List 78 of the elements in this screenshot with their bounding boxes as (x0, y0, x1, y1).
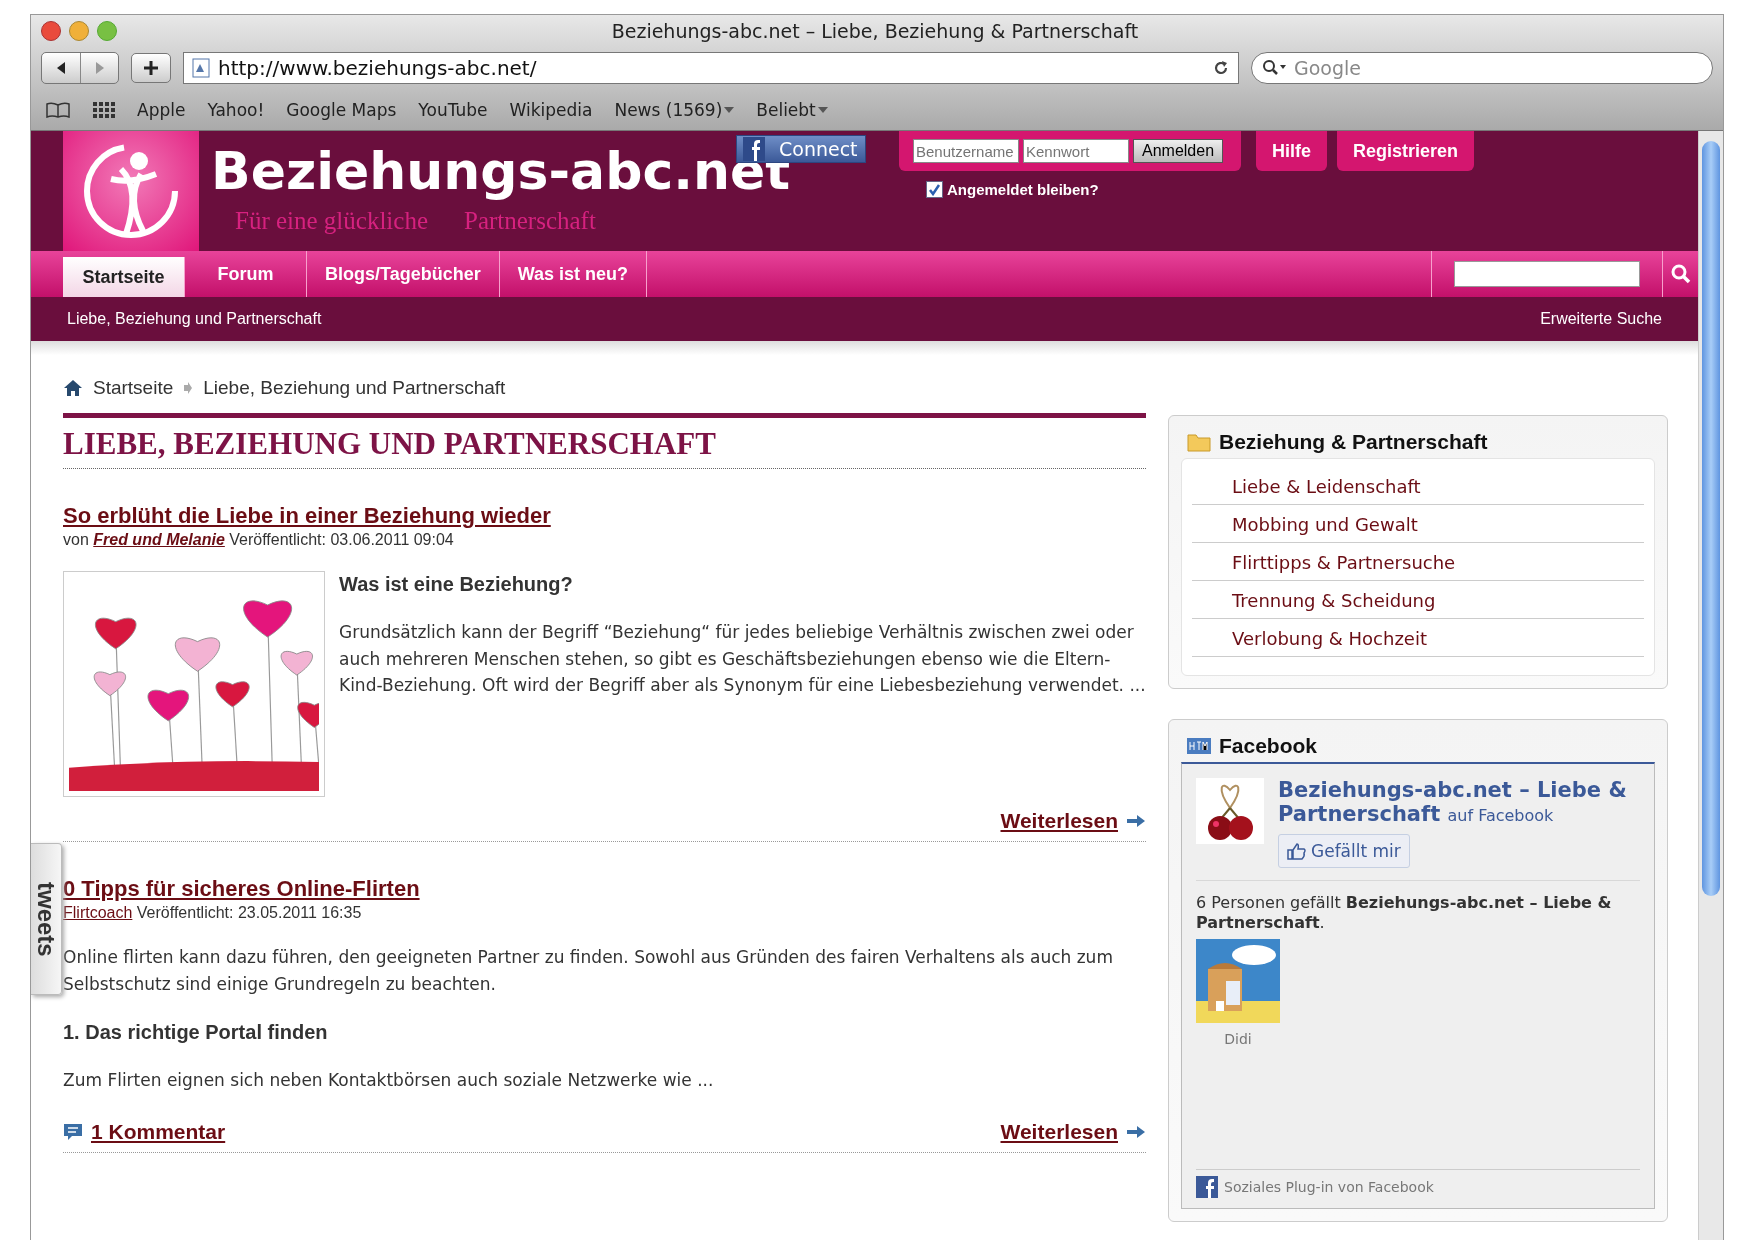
facebook-page-title[interactable]: Beziehungs-abc.net – Liebe & Partnerschaft auf Facebook (1278, 778, 1640, 828)
bookmark-item[interactable]: News (1569) (614, 100, 735, 120)
bookmark-item[interactable]: Wikipedia (509, 100, 593, 120)
article-heading: 1. Das richtige Portal finden (63, 1020, 329, 1045)
username-field[interactable]: Benutzername (913, 139, 1019, 163)
search-icon (1670, 264, 1691, 284)
book-icon[interactable] (45, 101, 71, 119)
search-icon (1262, 59, 1288, 77)
bookmark-item[interactable]: Google Maps (286, 100, 397, 120)
header-button[interactable]: Registrieren (1337, 131, 1475, 171)
article-byline: Flirtcoach Veröffentlicht: 23.05.2011 16:35 (63, 903, 363, 923)
arrow-icon (183, 381, 194, 395)
like-button[interactable]: Gefällt mir (1278, 834, 1410, 868)
bookmark-item[interactable]: Yahoo! (207, 100, 265, 120)
reload-icon[interactable] (1212, 59, 1230, 77)
advanced-search-link[interactable]: Erweiterte Suche (1540, 310, 1662, 328)
bookmark-item[interactable]: Beliebt (756, 100, 828, 120)
site-search-field[interactable] (1454, 261, 1640, 287)
remember-checkbox[interactable] (926, 181, 943, 198)
plugin-caption: Soziales Plug-in von Facebook (1224, 1179, 1434, 1195)
article-heading: Was ist eine Beziehung? (339, 572, 574, 597)
fan-name[interactable]: Didi (1224, 1031, 1252, 1047)
article-paragraph: Zum Flirten eignen sich neben Kontaktbörsen auch soziale Netzwerke wie ... (63, 1069, 715, 1092)
breadcrumb-current: Liebe, Beziehung und Partnerschaft (203, 377, 506, 399)
home-icon[interactable] (63, 379, 83, 397)
author-link[interactable]: Fred und Melanie (93, 531, 225, 548)
address-field[interactable]: http://www.beziehungs-abc.net/ (183, 52, 1239, 84)
article-paragraph: Online flirten kann dazu führen, den geeigneten Partner zu finden. Sowohl aus Gründen des fairen Verhaltens als auch zum Selbstschutz sind einige Grundregeln zu beachten. (63, 946, 1114, 996)
speech-bubble-icon (63, 1121, 83, 1142)
category-link[interactable]: Verlobung & Hochzeit (1192, 619, 1644, 657)
site-tagline: Partnerschaft (464, 209, 596, 233)
section-title: Liebe, Beziehung und Partnerschaft (67, 310, 322, 328)
scrollbar[interactable] (1698, 131, 1723, 1240)
header-button[interactable]: Hilfe (1256, 131, 1327, 171)
nav-tab[interactable]: Forum (185, 251, 307, 297)
fans-text: 6 Personen gefällt Beziehungs-abc.net – Liebe & Partnerschaft. (1196, 893, 1613, 933)
grid-icon[interactable] (93, 101, 115, 119)
caret-icon (724, 106, 735, 114)
arrow-icon (1126, 814, 1146, 828)
article-paragraph: Grundsätzlich kann der Begriff “Beziehung“ für jedes beliebige Verhältnis zwischen zwei oder auch mehreren Menschen stehen, so gibt es Geschäftsbeziehungen ebenso wie die Eltern-Kind-Beziehung. Oft wird der Begriff aber als Synonym für eine Liebesbeziehung verwendet. ... (339, 621, 1146, 697)
password-field[interactable]: Kennwort (1023, 139, 1129, 163)
author-link[interactable]: Flirtcoach (63, 904, 133, 921)
article-title-link[interactable]: 0 Tipps für sicheres Online-Flirten (63, 876, 1146, 902)
category-link[interactable]: Mobbing und Gewalt (1192, 505, 1644, 543)
nav-tab[interactable]: Was ist neu? (499, 251, 648, 297)
page-title: LIEBE, BEZIEHUNG UND PARTNERSCHAFT (63, 413, 1146, 469)
article-byline: von Fred und Melanie Veröffentlicht: 03.06.2011 09:04 (63, 530, 455, 550)
tweets-tab[interactable]: tweets (31, 843, 62, 995)
read-more-link[interactable]: Weiterlesen (1000, 1119, 1146, 1144)
comments-link[interactable]: 1 Kommentar (63, 1119, 226, 1144)
logo[interactable] (63, 131, 199, 251)
close-button[interactable] (41, 20, 61, 41)
category-link[interactable]: Flirttipps & Partnersuche (1192, 543, 1644, 581)
article-title-link[interactable]: So erblüht die Liebe in einer Beziehung wieder (63, 503, 1146, 529)
page-icon (192, 58, 210, 78)
breadcrumb-link[interactable]: Startseite (93, 377, 174, 399)
panel-title: Beziehung & Partnerschaft (1219, 430, 1488, 454)
nav-tab[interactable]: Blogs/Tagebücher (307, 251, 500, 297)
category-link[interactable]: Trennung & Scheidung (1192, 581, 1644, 619)
search-field[interactable]: Google (1251, 52, 1713, 84)
add-bookmark-button[interactable] (131, 53, 171, 83)
bookmark-item[interactable]: YouTube (418, 100, 488, 120)
remember-label: Angemeldet bleiben? (947, 181, 1099, 198)
login-button[interactable]: Anmelden (1133, 139, 1224, 163)
category-link[interactable]: Liebe & Leidenschaft (1192, 467, 1644, 505)
folder-icon (1187, 432, 1211, 452)
caret-icon (817, 106, 828, 114)
thumbs-up-icon (1287, 842, 1307, 860)
arrow-icon (1126, 1124, 1146, 1139)
site-tagline: Für eine glückliche (235, 209, 428, 233)
bookmark-item[interactable]: Apple (137, 100, 186, 120)
facebook-icon (1196, 1176, 1218, 1198)
plus-icon (143, 60, 159, 76)
nav-tab[interactable]: Startseite (63, 257, 185, 297)
window-title: Beziehungs-abc.net – Liebe, Beziehung & Partnerschaft (610, 19, 1140, 42)
read-more-link[interactable]: Weiterlesen (1000, 809, 1146, 833)
html-icon (1187, 738, 1211, 754)
panel-title: Facebook (1219, 734, 1318, 758)
